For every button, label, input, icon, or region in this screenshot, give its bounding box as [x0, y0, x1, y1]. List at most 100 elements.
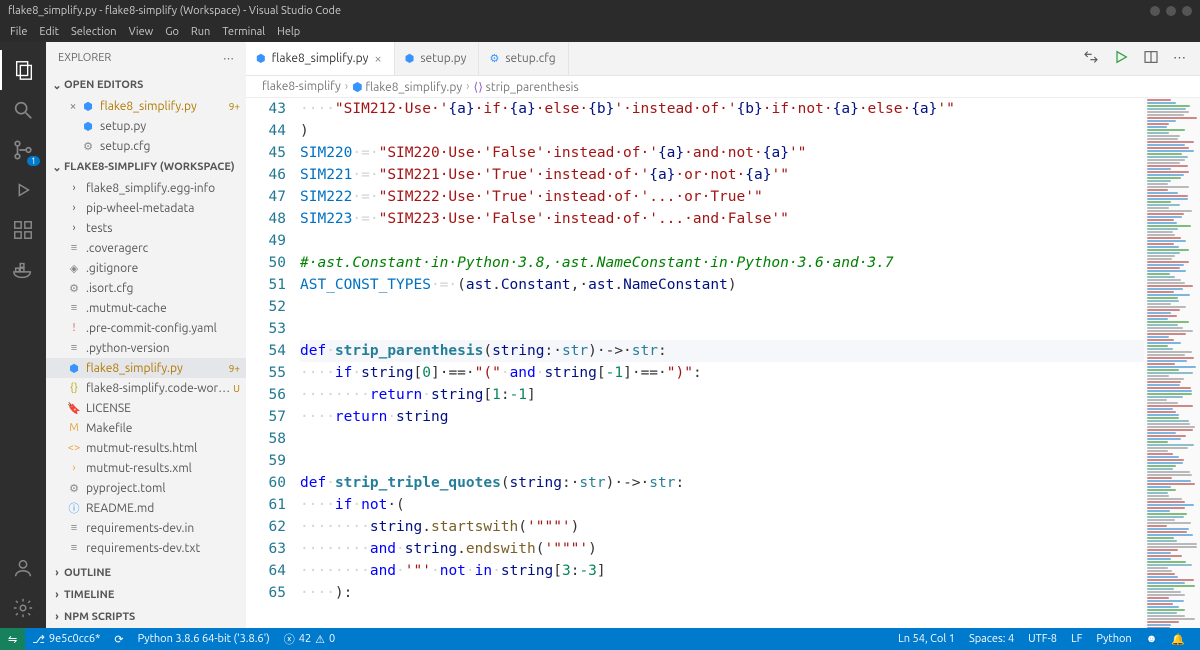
file-icon: ⚙ — [66, 482, 82, 495]
window-titlebar: flake8_simplify.py - flake8-simplify (Wo… — [0, 0, 1200, 22]
tab-bar: ⬢flake8_simplify.py×⬢setup.py⚙setup.cfg … — [246, 42, 1200, 76]
file-tree-item[interactable]: ›mutmut-results.xml — [46, 458, 246, 478]
account-icon[interactable] — [0, 548, 46, 588]
editor-tab[interactable]: ⬢flake8_simplify.py× — [246, 42, 395, 75]
editor-tab[interactable]: ⬢setup.py — [395, 42, 480, 75]
scm-badge: 1 — [27, 156, 40, 166]
file-tree-item[interactable]: ⬢flake8_simplify.py9+ — [46, 358, 246, 378]
python-env[interactable]: Python 3.8.6 64-bit ('3.8.6') — [131, 633, 277, 645]
file-icon: ⬢ — [80, 100, 96, 113]
file-tree-item[interactable]: ≡.python-version — [46, 338, 246, 358]
menu-file[interactable]: File — [4, 26, 33, 38]
notifications-icon[interactable]: 🔔 — [1164, 633, 1192, 646]
file-tree-item[interactable]: ⚙pyproject.toml — [46, 478, 246, 498]
close-icon[interactable]: × — [66, 100, 80, 113]
file-icon: ⚙ — [489, 52, 499, 65]
timeline-header[interactable]: ›TIMELINE — [46, 584, 246, 606]
window-title: flake8_simplify.py - flake8-simplify (Wo… — [8, 5, 1150, 17]
file-tree-item[interactable]: <>mutmut-results.html — [46, 438, 246, 458]
file-icon: ⬢ — [66, 362, 82, 375]
extensions-icon[interactable] — [0, 210, 46, 250]
remote-indicator[interactable]: ⇋ — [0, 628, 25, 650]
file-icon: ◈ — [66, 262, 82, 275]
file-tree-item[interactable]: MMakefile — [46, 418, 246, 438]
editor-area: ⬢flake8_simplify.py×⬢setup.py⚙setup.cfg … — [246, 42, 1200, 628]
menu-edit[interactable]: Edit — [33, 26, 65, 38]
cursor-position[interactable]: Ln 54, Col 1 — [891, 633, 962, 645]
file-icon: ≡ — [66, 342, 82, 354]
file-tree-item[interactable]: ⚙.isort.cfg — [46, 278, 246, 298]
run-icon[interactable] — [1113, 49, 1129, 68]
feedback-icon[interactable]: ☻ — [1139, 633, 1165, 645]
file-icon: ⬢ — [80, 120, 96, 133]
language-mode[interactable]: Python — [1089, 633, 1138, 645]
file-tree-item[interactable]: ⓘREADME.md — [46, 498, 246, 518]
file-icon: › — [66, 182, 82, 194]
close-icon[interactable]: × — [374, 52, 381, 66]
window-close-icon[interactable] — [1182, 6, 1192, 16]
menubar: FileEditSelectionViewGoRunTerminalHelp — [0, 22, 1200, 42]
file-tree-item[interactable]: ≡requirements-dev.txt — [46, 538, 246, 558]
sync-icon[interactable]: ⟳ — [107, 633, 130, 646]
file-icon: › — [66, 202, 82, 214]
npm-scripts-header[interactable]: ›NPM SCRIPTS — [46, 606, 246, 628]
file-tree-item[interactable]: ›flake8_simplify.egg-info — [46, 178, 246, 198]
settings-icon[interactable] — [0, 588, 46, 628]
file-tree-item[interactable]: ≡.mutmut-cache — [46, 298, 246, 318]
explorer-icon[interactable] — [0, 50, 46, 90]
file-icon: ⬢ — [405, 52, 415, 65]
indentation[interactable]: Spaces: 4 — [962, 633, 1021, 645]
minimap[interactable] — [1144, 98, 1200, 628]
code-editor[interactable]: 4344454647484950515253545556575859606162… — [246, 98, 1200, 628]
breadcrumbs[interactable]: flake8-simplify›⬢ flake8_simplify.py›⟨⟩ … — [246, 76, 1200, 98]
file-tree-item[interactable]: ≡.coveragerc — [46, 238, 246, 258]
debug-icon[interactable] — [0, 170, 46, 210]
sidebar-more-icon[interactable]: ⋯ — [223, 52, 234, 65]
menu-view[interactable]: View — [123, 26, 160, 38]
compare-icon[interactable] — [1083, 49, 1099, 68]
file-icon: 🔖 — [66, 402, 82, 415]
window-min-icon[interactable] — [1150, 6, 1160, 16]
open-editor-item[interactable]: ⬢setup.py — [46, 116, 246, 136]
workspace-header[interactable]: ⌄FLAKE8-SIMPLIFY (WORKSPACE) — [46, 156, 246, 178]
git-branch[interactable]: ⎇ 9e5c0cc6* — [25, 633, 107, 646]
encoding[interactable]: UTF-8 — [1021, 633, 1064, 645]
file-tree-item[interactable]: {}flake8-simplify.code-worksp…U — [46, 378, 246, 398]
outline-header[interactable]: ›OUTLINE — [46, 562, 246, 584]
window-max-icon[interactable] — [1166, 6, 1176, 16]
editor-tab[interactable]: ⚙setup.cfg — [479, 42, 568, 75]
file-tree-item[interactable]: ›pip-wheel-metadata — [46, 198, 246, 218]
menu-go[interactable]: Go — [159, 26, 185, 38]
file-tree-item[interactable]: ›tests — [46, 218, 246, 238]
open-editor-item[interactable]: ×⬢flake8_simplify.py9+ — [46, 96, 246, 116]
menu-help[interactable]: Help — [271, 26, 306, 38]
search-icon[interactable] — [0, 90, 46, 130]
breadcrumb-item[interactable]: flake8-simplify — [262, 80, 341, 93]
open-editor-item[interactable]: ⚙setup.cfg — [46, 136, 246, 156]
source-control-icon[interactable]: 1 — [0, 130, 46, 170]
file-icon: {} — [66, 382, 82, 394]
menu-run[interactable]: Run — [185, 26, 216, 38]
file-icon: ≡ — [66, 522, 82, 534]
docker-icon[interactable] — [0, 250, 46, 290]
code-content[interactable]: ····"SIM212·Use·'{a}·if·{a}·else·{b}'·in… — [300, 98, 1144, 628]
menu-selection[interactable]: Selection — [65, 26, 123, 38]
open-editors-header[interactable]: ⌄OPEN EDITORS — [46, 74, 246, 96]
file-icon: M — [66, 422, 82, 434]
file-icon: ⓘ — [66, 500, 82, 516]
window-controls — [1150, 6, 1192, 16]
file-tree-item[interactable]: ≡requirements-dev.in — [46, 518, 246, 538]
file-icon: ≡ — [66, 542, 82, 554]
split-editor-icon[interactable] — [1143, 49, 1159, 68]
file-tree-item[interactable]: ◈.gitignore — [46, 258, 246, 278]
file-tree-item[interactable]: !.pre-commit-config.yaml — [46, 318, 246, 338]
file-icon: › — [66, 222, 82, 234]
sidebar-title: EXPLORER ⋯ — [46, 42, 246, 74]
breadcrumb-item[interactable]: ⟨⟩ strip_parenthesis — [474, 80, 579, 94]
breadcrumb-item[interactable]: ⬢ flake8_simplify.py — [352, 80, 462, 94]
problems[interactable]: ⓧ 42 ⚠ 0 — [277, 631, 343, 647]
menu-terminal[interactable]: Terminal — [216, 26, 271, 38]
file-tree-item[interactable]: 🔖LICENSE — [46, 398, 246, 418]
editor-more-icon[interactable]: ⋯ — [1173, 51, 1186, 66]
eol[interactable]: LF — [1064, 633, 1089, 645]
